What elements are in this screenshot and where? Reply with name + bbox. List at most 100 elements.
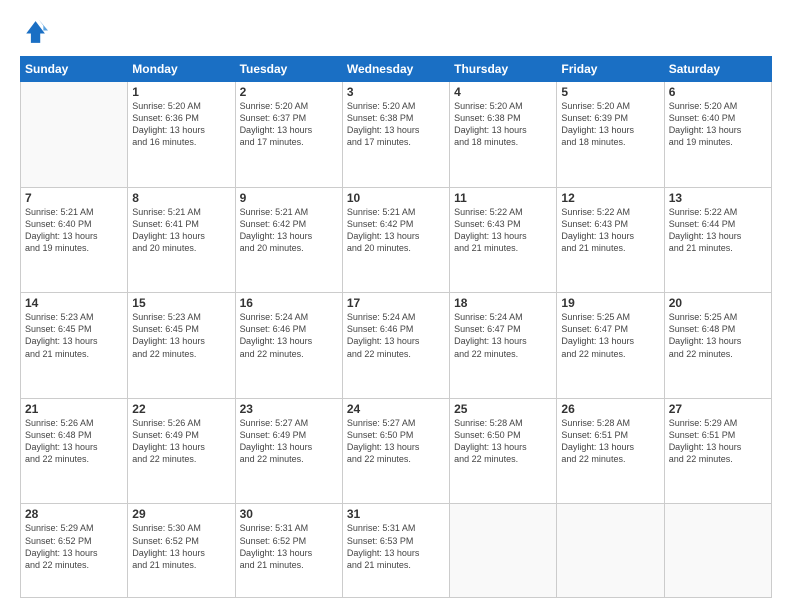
calendar-cell: 3Sunrise: 5:20 AMSunset: 6:38 PMDaylight… <box>342 82 449 188</box>
cell-info: Sunrise: 5:21 AMSunset: 6:41 PMDaylight:… <box>132 206 230 255</box>
cell-info: Sunrise: 5:21 AMSunset: 6:42 PMDaylight:… <box>240 206 338 255</box>
calendar-cell: 9Sunrise: 5:21 AMSunset: 6:42 PMDaylight… <box>235 187 342 293</box>
calendar-cell: 17Sunrise: 5:24 AMSunset: 6:46 PMDayligh… <box>342 293 449 399</box>
header <box>20 18 772 46</box>
calendar-cell: 10Sunrise: 5:21 AMSunset: 6:42 PMDayligh… <box>342 187 449 293</box>
calendar-cell: 1Sunrise: 5:20 AMSunset: 6:36 PMDaylight… <box>128 82 235 188</box>
day-number: 26 <box>561 402 659 416</box>
calendar-cell: 12Sunrise: 5:22 AMSunset: 6:43 PMDayligh… <box>557 187 664 293</box>
day-number: 5 <box>561 85 659 99</box>
day-number: 21 <box>25 402 123 416</box>
calendar-header-tuesday: Tuesday <box>235 57 342 82</box>
calendar-cell: 16Sunrise: 5:24 AMSunset: 6:46 PMDayligh… <box>235 293 342 399</box>
cell-info: Sunrise: 5:21 AMSunset: 6:42 PMDaylight:… <box>347 206 445 255</box>
cell-info: Sunrise: 5:29 AMSunset: 6:52 PMDaylight:… <box>25 522 123 571</box>
cell-info: Sunrise: 5:31 AMSunset: 6:53 PMDaylight:… <box>347 522 445 571</box>
calendar-cell: 7Sunrise: 5:21 AMSunset: 6:40 PMDaylight… <box>21 187 128 293</box>
cell-info: Sunrise: 5:22 AMSunset: 6:44 PMDaylight:… <box>669 206 767 255</box>
day-number: 11 <box>454 191 552 205</box>
calendar-header-thursday: Thursday <box>450 57 557 82</box>
day-number: 9 <box>240 191 338 205</box>
calendar-cell: 2Sunrise: 5:20 AMSunset: 6:37 PMDaylight… <box>235 82 342 188</box>
calendar-table: SundayMondayTuesdayWednesdayThursdayFrid… <box>20 56 772 598</box>
cell-info: Sunrise: 5:20 AMSunset: 6:39 PMDaylight:… <box>561 100 659 149</box>
cell-info: Sunrise: 5:25 AMSunset: 6:48 PMDaylight:… <box>669 311 767 360</box>
calendar-cell: 30Sunrise: 5:31 AMSunset: 6:52 PMDayligh… <box>235 504 342 598</box>
calendar-cell: 8Sunrise: 5:21 AMSunset: 6:41 PMDaylight… <box>128 187 235 293</box>
cell-info: Sunrise: 5:23 AMSunset: 6:45 PMDaylight:… <box>25 311 123 360</box>
calendar-header-wednesday: Wednesday <box>342 57 449 82</box>
day-number: 1 <box>132 85 230 99</box>
calendar-week-row: 1Sunrise: 5:20 AMSunset: 6:36 PMDaylight… <box>21 82 772 188</box>
calendar-header-row: SundayMondayTuesdayWednesdayThursdayFrid… <box>21 57 772 82</box>
cell-info: Sunrise: 5:22 AMSunset: 6:43 PMDaylight:… <box>454 206 552 255</box>
day-number: 24 <box>347 402 445 416</box>
calendar-cell: 13Sunrise: 5:22 AMSunset: 6:44 PMDayligh… <box>664 187 771 293</box>
calendar-cell <box>664 504 771 598</box>
calendar-cell: 5Sunrise: 5:20 AMSunset: 6:39 PMDaylight… <box>557 82 664 188</box>
day-number: 20 <box>669 296 767 310</box>
calendar-cell: 18Sunrise: 5:24 AMSunset: 6:47 PMDayligh… <box>450 293 557 399</box>
day-number: 25 <box>454 402 552 416</box>
logo-icon <box>20 18 48 46</box>
day-number: 8 <box>132 191 230 205</box>
cell-info: Sunrise: 5:20 AMSunset: 6:36 PMDaylight:… <box>132 100 230 149</box>
day-number: 29 <box>132 507 230 521</box>
day-number: 22 <box>132 402 230 416</box>
calendar-cell: 21Sunrise: 5:26 AMSunset: 6:48 PMDayligh… <box>21 398 128 504</box>
calendar-cell: 31Sunrise: 5:31 AMSunset: 6:53 PMDayligh… <box>342 504 449 598</box>
calendar-cell <box>450 504 557 598</box>
calendar-header-monday: Monday <box>128 57 235 82</box>
cell-info: Sunrise: 5:21 AMSunset: 6:40 PMDaylight:… <box>25 206 123 255</box>
calendar-cell <box>557 504 664 598</box>
day-number: 16 <box>240 296 338 310</box>
page: SundayMondayTuesdayWednesdayThursdayFrid… <box>0 0 792 612</box>
day-number: 13 <box>669 191 767 205</box>
cell-info: Sunrise: 5:31 AMSunset: 6:52 PMDaylight:… <box>240 522 338 571</box>
day-number: 4 <box>454 85 552 99</box>
calendar-cell: 24Sunrise: 5:27 AMSunset: 6:50 PMDayligh… <box>342 398 449 504</box>
cell-info: Sunrise: 5:22 AMSunset: 6:43 PMDaylight:… <box>561 206 659 255</box>
cell-info: Sunrise: 5:20 AMSunset: 6:38 PMDaylight:… <box>454 100 552 149</box>
calendar-cell: 6Sunrise: 5:20 AMSunset: 6:40 PMDaylight… <box>664 82 771 188</box>
day-number: 2 <box>240 85 338 99</box>
calendar-cell: 15Sunrise: 5:23 AMSunset: 6:45 PMDayligh… <box>128 293 235 399</box>
logo <box>20 18 52 46</box>
cell-info: Sunrise: 5:24 AMSunset: 6:47 PMDaylight:… <box>454 311 552 360</box>
calendar-week-row: 28Sunrise: 5:29 AMSunset: 6:52 PMDayligh… <box>21 504 772 598</box>
calendar-cell: 14Sunrise: 5:23 AMSunset: 6:45 PMDayligh… <box>21 293 128 399</box>
calendar-cell: 23Sunrise: 5:27 AMSunset: 6:49 PMDayligh… <box>235 398 342 504</box>
calendar-cell: 25Sunrise: 5:28 AMSunset: 6:50 PMDayligh… <box>450 398 557 504</box>
cell-info: Sunrise: 5:20 AMSunset: 6:37 PMDaylight:… <box>240 100 338 149</box>
calendar-week-row: 7Sunrise: 5:21 AMSunset: 6:40 PMDaylight… <box>21 187 772 293</box>
day-number: 28 <box>25 507 123 521</box>
cell-info: Sunrise: 5:26 AMSunset: 6:48 PMDaylight:… <box>25 417 123 466</box>
day-number: 12 <box>561 191 659 205</box>
calendar-cell: 19Sunrise: 5:25 AMSunset: 6:47 PMDayligh… <box>557 293 664 399</box>
calendar-cell: 22Sunrise: 5:26 AMSunset: 6:49 PMDayligh… <box>128 398 235 504</box>
day-number: 7 <box>25 191 123 205</box>
day-number: 30 <box>240 507 338 521</box>
day-number: 15 <box>132 296 230 310</box>
cell-info: Sunrise: 5:25 AMSunset: 6:47 PMDaylight:… <box>561 311 659 360</box>
calendar-cell: 4Sunrise: 5:20 AMSunset: 6:38 PMDaylight… <box>450 82 557 188</box>
cell-info: Sunrise: 5:20 AMSunset: 6:38 PMDaylight:… <box>347 100 445 149</box>
cell-info: Sunrise: 5:27 AMSunset: 6:49 PMDaylight:… <box>240 417 338 466</box>
day-number: 6 <box>669 85 767 99</box>
calendar-cell: 26Sunrise: 5:28 AMSunset: 6:51 PMDayligh… <box>557 398 664 504</box>
cell-info: Sunrise: 5:28 AMSunset: 6:51 PMDaylight:… <box>561 417 659 466</box>
day-number: 18 <box>454 296 552 310</box>
cell-info: Sunrise: 5:28 AMSunset: 6:50 PMDaylight:… <box>454 417 552 466</box>
calendar-cell: 29Sunrise: 5:30 AMSunset: 6:52 PMDayligh… <box>128 504 235 598</box>
day-number: 10 <box>347 191 445 205</box>
calendar-cell: 27Sunrise: 5:29 AMSunset: 6:51 PMDayligh… <box>664 398 771 504</box>
cell-info: Sunrise: 5:26 AMSunset: 6:49 PMDaylight:… <box>132 417 230 466</box>
day-number: 23 <box>240 402 338 416</box>
calendar-cell <box>21 82 128 188</box>
day-number: 3 <box>347 85 445 99</box>
day-number: 19 <box>561 296 659 310</box>
day-number: 17 <box>347 296 445 310</box>
cell-info: Sunrise: 5:27 AMSunset: 6:50 PMDaylight:… <box>347 417 445 466</box>
calendar-cell: 28Sunrise: 5:29 AMSunset: 6:52 PMDayligh… <box>21 504 128 598</box>
calendar-header-sunday: Sunday <box>21 57 128 82</box>
